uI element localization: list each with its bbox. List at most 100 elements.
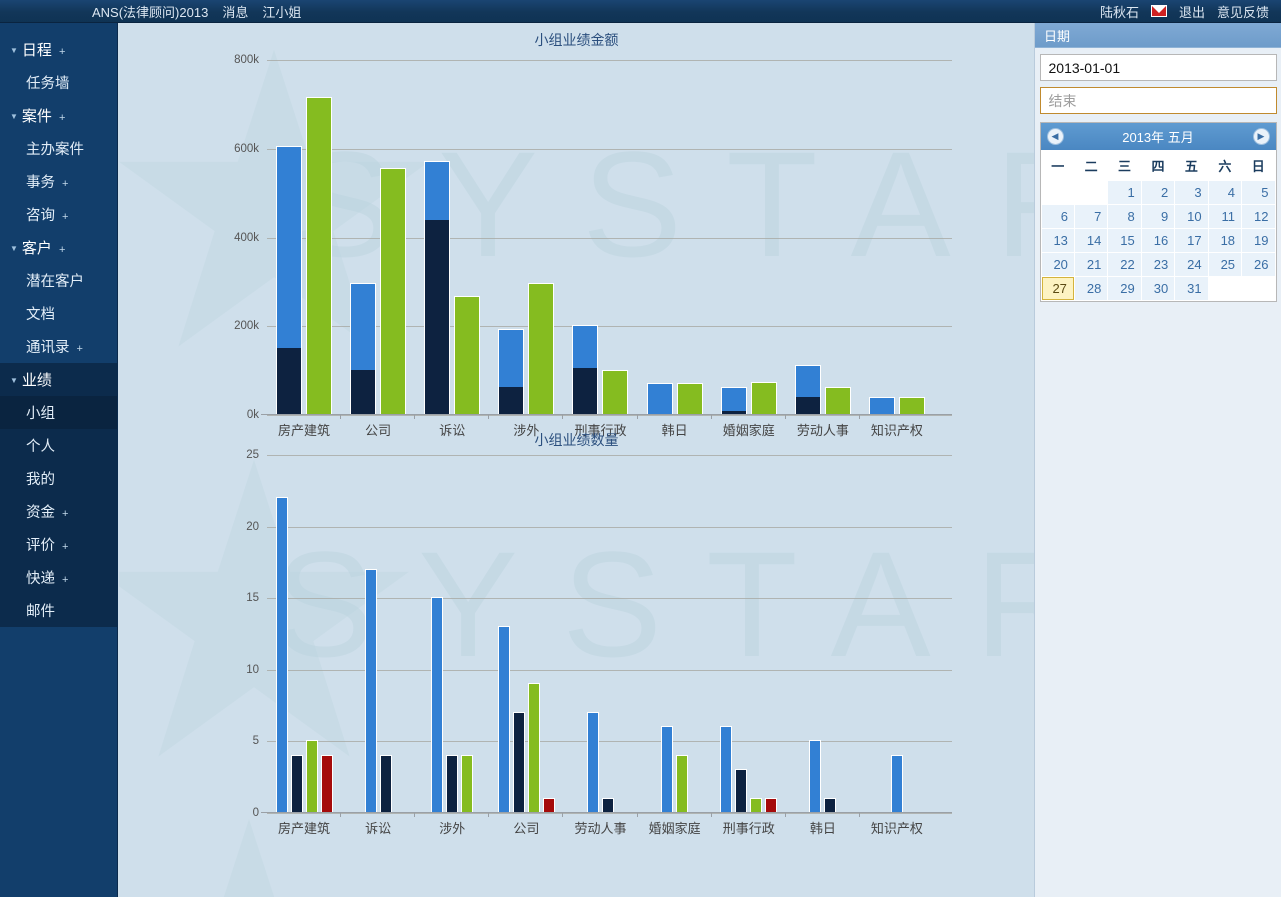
messages-link[interactable]: 消息	[222, 2, 248, 21]
calendar-day[interactable]: 26	[1242, 253, 1275, 276]
calendar-day[interactable]: 2	[1141, 181, 1175, 204]
expand-plus-icon[interactable]: +	[62, 541, 68, 553]
expand-plus-icon[interactable]: +	[62, 574, 68, 586]
calendar-day[interactable]: 1	[1108, 181, 1141, 204]
calendar-day[interactable]: 23	[1141, 253, 1175, 276]
bar-stacked[interactable]	[868, 397, 895, 414]
bar[interactable]	[320, 754, 333, 812]
expand-plus-icon[interactable]: +	[59, 244, 65, 256]
calendar-day[interactable]: 9	[1141, 205, 1175, 228]
bar[interactable]	[512, 711, 525, 812]
bar[interactable]	[586, 711, 599, 812]
bar-stacked[interactable]	[646, 382, 673, 414]
sidebar-item-evaluation[interactable]: 评价 +	[0, 528, 117, 561]
expand-plus-icon[interactable]: +	[59, 112, 65, 124]
bar[interactable]	[824, 387, 851, 414]
calendar-day[interactable]: 30	[1141, 277, 1175, 300]
calendar-day[interactable]: 31	[1175, 277, 1208, 300]
bar-stacked[interactable]	[498, 328, 525, 414]
calendar-day[interactable]: 5	[1242, 181, 1275, 204]
bar[interactable]	[290, 754, 303, 812]
chevron-left-icon[interactable]: ◀	[1046, 128, 1064, 145]
bar-stacked[interactable]	[424, 161, 451, 414]
sidebar-item-main-cases[interactable]: 主办案件	[0, 132, 117, 165]
sidebar-item-taskwall[interactable]: 任务墙	[0, 66, 117, 99]
bar[interactable]	[527, 683, 540, 812]
calendar-day[interactable]: 11	[1208, 205, 1242, 228]
calendar-day[interactable]: 10	[1175, 205, 1208, 228]
sidebar-item-personal[interactable]: 个人	[0, 429, 117, 462]
bar[interactable]	[497, 625, 510, 812]
sidebar-item-documents[interactable]: 文档	[0, 297, 117, 330]
calendar-day[interactable]: 21	[1074, 253, 1108, 276]
mail-icon[interactable]	[1150, 5, 1167, 17]
calendar-day[interactable]: 18	[1208, 229, 1242, 252]
bar[interactable]	[364, 568, 377, 812]
bar[interactable]	[898, 397, 925, 414]
bar[interactable]	[528, 283, 555, 414]
calendar-day[interactable]: 16	[1141, 229, 1175, 252]
bar-stacked[interactable]	[572, 325, 599, 414]
calendar-day[interactable]: 19	[1242, 229, 1275, 252]
calendar-day[interactable]: 15	[1108, 229, 1141, 252]
bar[interactable]	[431, 597, 444, 812]
expand-plus-icon[interactable]: +	[77, 343, 83, 355]
chevron-right-icon[interactable]: ▶	[1252, 128, 1270, 145]
calendar-day[interactable]: 4	[1208, 181, 1242, 204]
bar[interactable]	[676, 754, 689, 812]
bar[interactable]	[676, 382, 703, 414]
expand-plus-icon[interactable]: +	[62, 211, 68, 223]
bar[interactable]	[601, 797, 614, 812]
account-name[interactable]: 陆秋石	[1100, 2, 1139, 21]
start-date-input[interactable]	[1039, 54, 1277, 81]
end-date-input[interactable]	[1039, 87, 1277, 114]
expand-plus-icon[interactable]: +	[62, 508, 68, 520]
calendar-day[interactable]: 13	[1041, 229, 1074, 252]
bar[interactable]	[379, 754, 392, 812]
sidebar-item-affairs[interactable]: 事务 +	[0, 165, 117, 198]
calendar-day[interactable]: 24	[1175, 253, 1208, 276]
bar[interactable]	[454, 296, 481, 414]
bar-stacked[interactable]	[720, 387, 747, 414]
bar[interactable]	[750, 382, 777, 414]
bar[interactable]	[661, 726, 674, 812]
calendar-day[interactable]: 6	[1041, 205, 1074, 228]
calendar-day[interactable]: 28	[1074, 277, 1108, 300]
bar[interactable]	[765, 797, 778, 812]
bar[interactable]	[380, 167, 407, 414]
expand-plus-icon[interactable]: +	[59, 46, 65, 58]
sidebar-group-schedule[interactable]: ▼ 日程 +	[0, 33, 117, 66]
sidebar-item-mail[interactable]: 邮件	[0, 594, 117, 627]
sidebar-group-clients[interactable]: ▼ 客户 +	[0, 231, 117, 264]
sidebar-group-cases[interactable]: ▼ 案件 +	[0, 99, 117, 132]
sidebar-item-consulting[interactable]: 咨询 +	[0, 198, 117, 231]
calendar-day[interactable]: 17	[1175, 229, 1208, 252]
bar[interactable]	[461, 754, 474, 812]
bar[interactable]	[720, 726, 733, 812]
bar[interactable]	[306, 96, 333, 414]
sidebar-item-potential-clients[interactable]: 潜在客户	[0, 264, 117, 297]
sidebar-item-mine[interactable]: 我的	[0, 462, 117, 495]
feedback-link[interactable]: 意见反馈	[1217, 2, 1269, 21]
sidebar-item-contacts[interactable]: 通讯录 +	[0, 330, 117, 363]
calendar-day[interactable]: 20	[1041, 253, 1074, 276]
bar[interactable]	[890, 754, 903, 812]
bar-stacked[interactable]	[350, 283, 377, 414]
sidebar-item-express[interactable]: 快递 +	[0, 561, 117, 594]
bar[interactable]	[542, 797, 555, 812]
calendar-day[interactable]: 27	[1041, 277, 1074, 300]
calendar-day[interactable]: 14	[1074, 229, 1108, 252]
sidebar-item-funds[interactable]: 资金 +	[0, 495, 117, 528]
bar[interactable]	[275, 496, 288, 812]
bar-stacked[interactable]	[276, 145, 303, 414]
bar[interactable]	[809, 740, 822, 812]
calendar-day[interactable]: 25	[1208, 253, 1242, 276]
sidebar-item-team[interactable]: 小组	[0, 396, 117, 429]
bar[interactable]	[602, 369, 629, 414]
logout-link[interactable]: 退出	[1179, 2, 1205, 21]
calendar-day[interactable]: 3	[1175, 181, 1208, 204]
calendar-day[interactable]: 8	[1108, 205, 1141, 228]
bar[interactable]	[305, 740, 318, 812]
bar[interactable]	[735, 769, 748, 812]
bar-stacked[interactable]	[794, 365, 821, 414]
